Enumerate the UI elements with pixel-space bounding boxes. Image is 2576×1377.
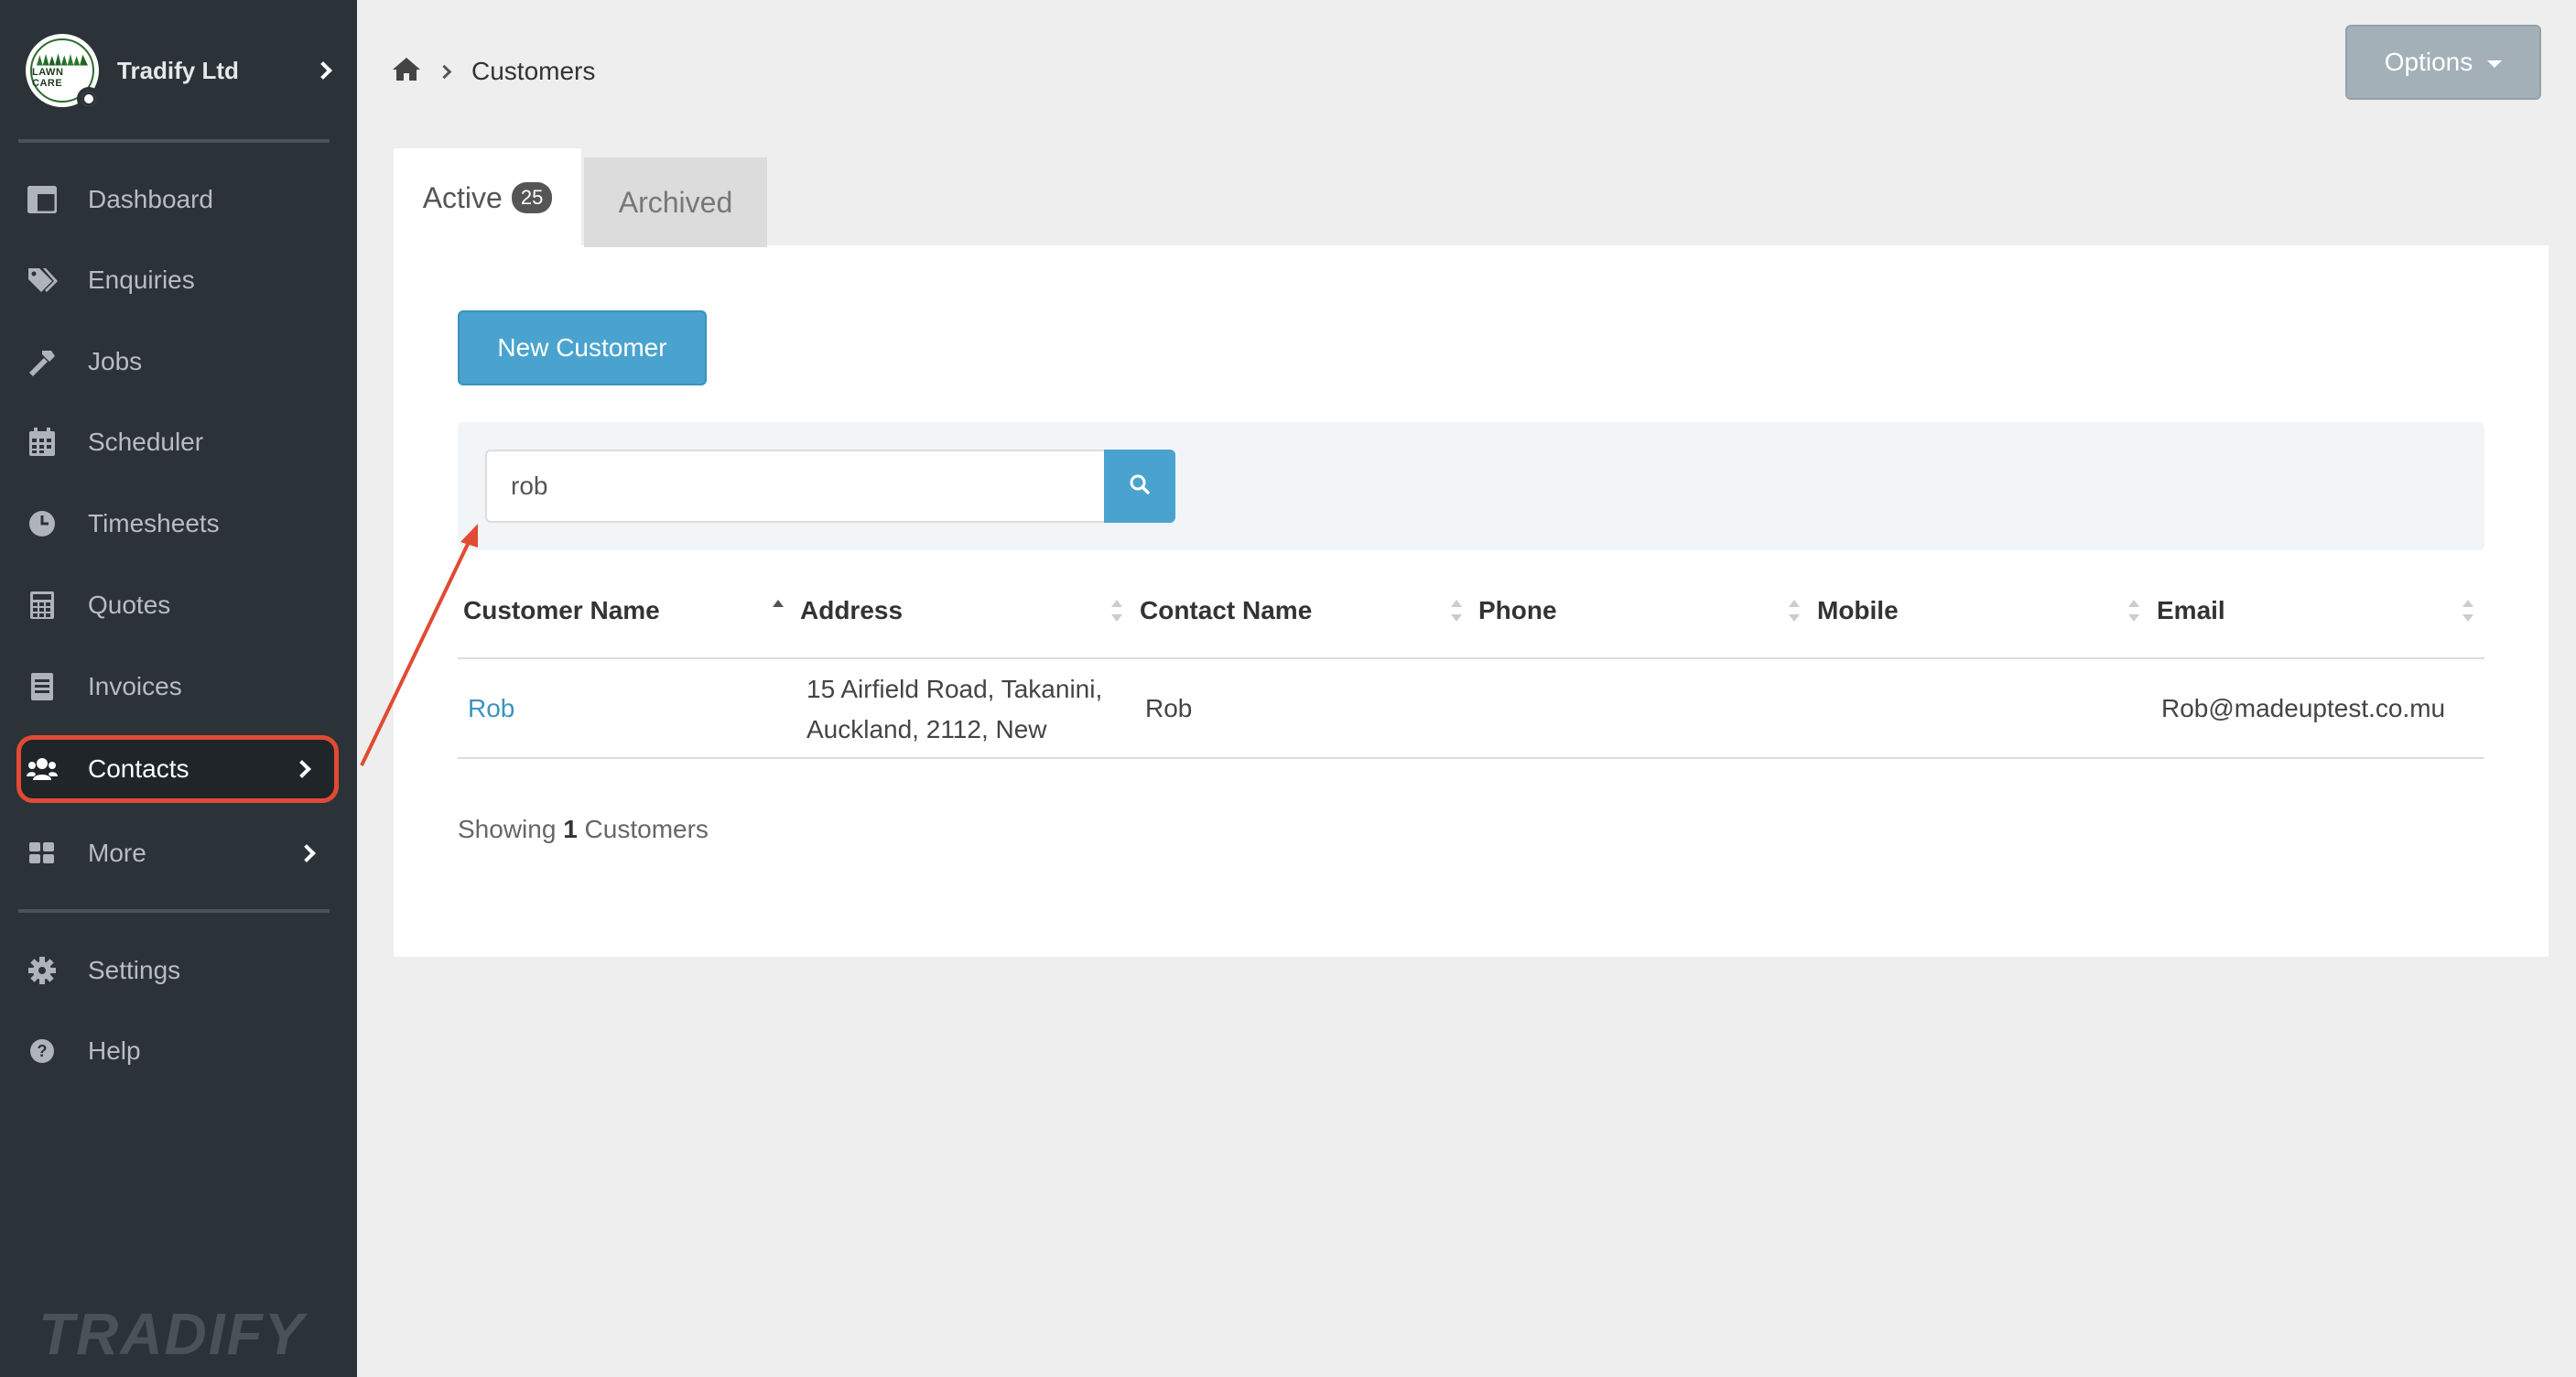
annotation-arrow-icon bbox=[360, 524, 478, 766]
